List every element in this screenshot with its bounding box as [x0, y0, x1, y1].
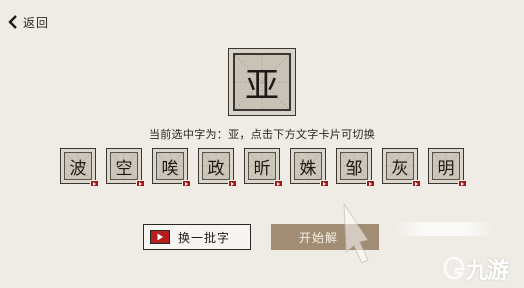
start-solve-label: 开始解: [299, 230, 339, 245]
pointer-hand-icon: [343, 202, 369, 264]
tile-character: 邹: [345, 158, 363, 179]
character-tile[interactable]: 明: [428, 148, 467, 187]
tile-character: 灰: [391, 158, 409, 179]
character-tile[interactable]: 姝: [290, 148, 329, 187]
selection-hint: 当前选中字为：亚，点击下方文字卡片可切换: [149, 128, 375, 141]
character-tile[interactable]: 空: [106, 148, 145, 187]
character-tile[interactable]: 昕: [244, 148, 283, 187]
character-tile[interactable]: 灰: [382, 148, 421, 187]
tile-character: 明: [437, 158, 455, 179]
swap-batch-button[interactable]: 换一批字: [143, 224, 251, 250]
video-play-icon: [150, 230, 170, 244]
character-tile[interactable]: 唉: [152, 148, 191, 187]
play-icon: [366, 180, 375, 187]
character-tile[interactable]: 波: [60, 148, 99, 187]
play-icon: [182, 180, 191, 187]
play-icon: [228, 180, 237, 187]
tile-character: 昕: [253, 158, 271, 179]
tile-character: 姝: [299, 158, 317, 179]
character-tile[interactable]: 政: [198, 148, 237, 187]
tile-character: 空: [115, 158, 133, 179]
watermark-glare: [395, 222, 495, 236]
selected-character: 亚: [245, 65, 279, 106]
watermark-text: 九游: [466, 259, 509, 284]
tile-character: 唉: [161, 158, 179, 179]
back-label: 返回: [23, 15, 50, 30]
tile-character: 波: [69, 158, 87, 179]
play-icon: [274, 180, 283, 187]
swap-batch-label: 换一批字: [178, 230, 231, 245]
play-icon: [90, 180, 99, 187]
character-tile[interactable]: 邹: [336, 148, 375, 187]
selected-character-card: 亚: [228, 48, 296, 116]
tile-character: 政: [207, 158, 225, 179]
back-button[interactable]: 返回: [8, 12, 49, 32]
play-icon: [458, 180, 467, 187]
arrow-left-icon: [8, 15, 18, 29]
watermark-logo-icon: [443, 256, 465, 280]
play-icon: [412, 180, 421, 187]
play-icon: [320, 180, 329, 187]
play-icon: [136, 180, 145, 187]
